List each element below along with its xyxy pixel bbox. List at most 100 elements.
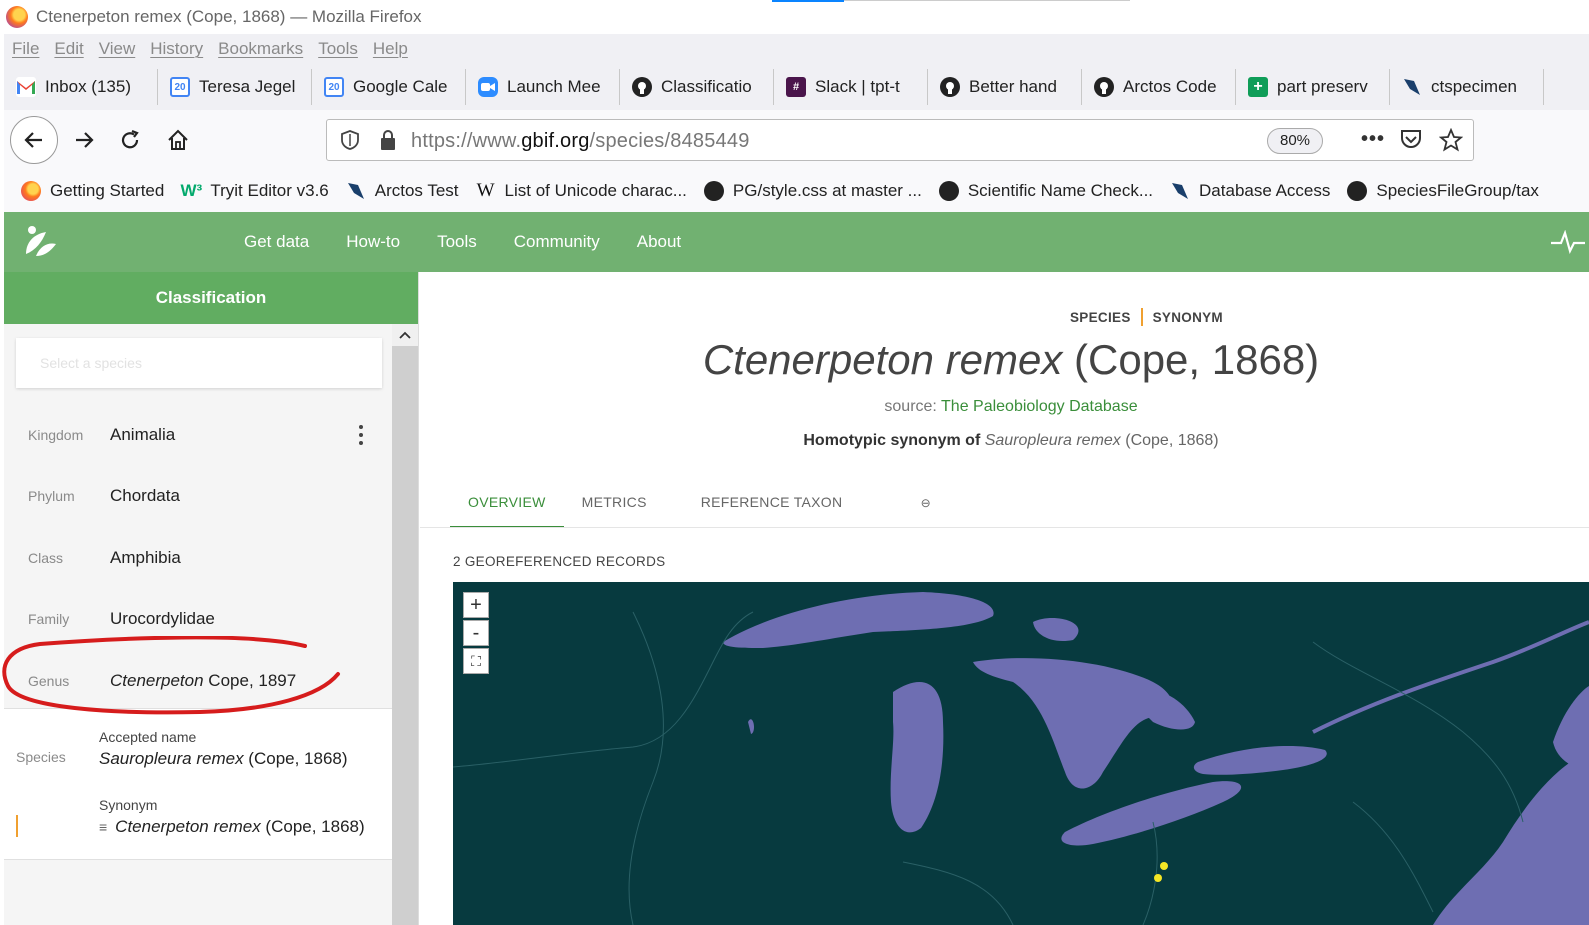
map-canvas xyxy=(453,592,1589,925)
health-pulse-icon[interactable] xyxy=(1551,229,1585,259)
gbif-logo-icon[interactable] xyxy=(22,224,58,263)
sidebar-title: Classification xyxy=(4,272,418,324)
menu-bookmarks[interactable]: Bookmarks xyxy=(218,39,303,59)
tab-arctos-code[interactable]: Arctos Code xyxy=(1082,69,1236,105)
home-button[interactable] xyxy=(158,120,198,160)
rank-row-class[interactable]: Class Amphibia xyxy=(4,540,394,580)
menu-edit[interactable]: Edit xyxy=(54,39,83,59)
tab-label: Slack | tpt-t xyxy=(815,77,900,96)
page-actions-icon[interactable]: ••• xyxy=(1361,128,1385,151)
tab-overview[interactable]: OVERVIEW xyxy=(450,478,564,528)
forward-button[interactable] xyxy=(64,120,104,160)
w3schools-icon: W³ xyxy=(180,181,203,200)
tab-reference-taxon[interactable]: REFERENCE TAXON ⊖ xyxy=(665,478,1005,528)
accepted-name-label: Accepted name xyxy=(99,729,197,745)
pocket-icon[interactable] xyxy=(1399,129,1423,156)
source-link[interactable]: The Paleobiology Database xyxy=(941,398,1138,415)
zoom-out-button[interactable]: - xyxy=(463,620,489,646)
rank-row-phylum[interactable]: Phylum Chordata xyxy=(4,478,394,518)
navigation-toolbar: https://www.gbif.org/species/8485449 80%… xyxy=(4,110,1589,170)
menu-tools[interactable]: Tools xyxy=(318,39,358,59)
rank-row-family[interactable]: Family Urocordylidae xyxy=(4,601,394,641)
rank-value[interactable]: Chordata xyxy=(110,486,180,506)
sheets-icon: + xyxy=(1248,77,1268,97)
rank-value[interactable]: Amphibia xyxy=(110,548,181,568)
bookmark-pg-style[interactable]: PG/style.css at master ... xyxy=(703,180,922,202)
accepted-name-value[interactable]: Sauropleura remex (Cope, 1868) xyxy=(99,749,348,769)
shield-icon[interactable] xyxy=(341,130,359,155)
firefox-icon xyxy=(20,180,42,202)
bookmark-scientific-name[interactable]: Scientific Name Check... xyxy=(938,180,1153,202)
menu-view[interactable]: View xyxy=(99,39,136,59)
nav-about[interactable]: About xyxy=(637,232,681,252)
rank-value[interactable]: Ctenerpeton Cope, 1897 xyxy=(110,671,296,691)
tab-label: Classificatio xyxy=(661,77,752,96)
titlebar-line xyxy=(844,0,1130,1)
back-arrow-icon xyxy=(24,132,42,148)
accepted-species-link[interactable]: Sauropleura remex xyxy=(985,432,1121,449)
back-button[interactable] xyxy=(10,116,58,164)
github-icon xyxy=(940,77,960,97)
url-text[interactable]: https://www.gbif.org/species/8485449 xyxy=(411,130,750,153)
bookmark-getting-started[interactable]: Getting Started xyxy=(20,180,164,202)
tab-part-preserv[interactable]: + part preserv xyxy=(1236,69,1390,105)
tab-launch-meeting[interactable]: Launch Mee xyxy=(466,69,620,105)
zoom-icon xyxy=(478,77,498,97)
tab-slack[interactable]: # Slack | tpt-t xyxy=(774,69,928,105)
bookmark-tryit-editor[interactable]: W³ Tryit Editor v3.6 xyxy=(180,180,328,202)
rank-label: Species xyxy=(16,749,66,765)
border-line xyxy=(453,611,754,768)
rank-row-genus[interactable]: Genus Ctenerpeton Cope, 1897 xyxy=(4,663,394,703)
tab-teresa-calendar[interactable]: 20 Teresa Jegel xyxy=(158,69,312,105)
fullscreen-icon[interactable]: ⛶ xyxy=(463,648,489,674)
url-bar[interactable]: https://www.gbif.org/species/8485449 80%… xyxy=(326,119,1474,161)
synonym-label: Synonym xyxy=(99,797,158,813)
menu-history[interactable]: History xyxy=(150,39,203,59)
zoom-in-button[interactable]: + xyxy=(463,592,489,618)
georeferenced-count: 2 GEOREFERENCED RECORDS xyxy=(453,554,666,569)
lake-nipigon xyxy=(1033,618,1079,642)
tag-separator xyxy=(1140,308,1143,326)
tab-strip: Inbox (135) 20 Teresa Jegel 20 Google Ca… xyxy=(4,64,1589,110)
bookmark-star-icon[interactable] xyxy=(1438,127,1464,157)
tab-metrics[interactable]: METRICS xyxy=(564,478,665,528)
bookmark-unicode-list[interactable]: W List of Unicode charac... xyxy=(475,180,687,202)
github-icon xyxy=(938,180,960,202)
bookmark-speciesfilegroup[interactable]: SpeciesFileGroup/tax xyxy=(1346,180,1539,202)
occurrence-map[interactable]: + - ⛶ xyxy=(453,582,1589,925)
menu-file[interactable]: File xyxy=(12,39,39,59)
synonym-value[interactable]: ≡ Ctenerpeton remex (Cope, 1868) xyxy=(99,817,365,837)
gbif-main-nav: Get data How-to Tools Community About xyxy=(244,232,718,252)
tab-label: Inbox (135) xyxy=(45,77,131,96)
bookmark-database-access[interactable]: Database Access xyxy=(1169,180,1330,202)
taxon-status-tags: SPECIES SYNONYM xyxy=(1070,308,1223,326)
lock-icon[interactable] xyxy=(379,129,397,156)
border-line xyxy=(1142,821,1158,925)
rank-value[interactable]: Animalia xyxy=(110,425,175,445)
border-line xyxy=(1312,641,1524,823)
forward-arrow-icon xyxy=(76,132,94,148)
nav-tools[interactable]: Tools xyxy=(437,232,477,252)
nav-community[interactable]: Community xyxy=(514,232,600,252)
reload-button[interactable] xyxy=(110,120,150,160)
rank-label: Phylum xyxy=(28,488,75,504)
tab-label: Teresa Jegel xyxy=(199,77,296,96)
bookmark-arctos-test[interactable]: Arctos Test xyxy=(345,180,459,202)
tab-label: Arctos Code xyxy=(1123,77,1217,96)
github-icon xyxy=(1094,77,1114,97)
tab-label: ctspecimen xyxy=(1431,77,1517,96)
ocean-east xyxy=(1553,686,1589,772)
rank-value[interactable]: Urocordylidae xyxy=(110,609,215,629)
tab-classification[interactable]: Classificatio xyxy=(620,69,774,105)
tab-google-calendar[interactable]: 20 Google Cale xyxy=(312,69,466,105)
menu-help[interactable]: Help xyxy=(373,39,408,59)
tab-inbox[interactable]: Inbox (135) xyxy=(4,69,158,105)
rank-label: Class xyxy=(28,550,64,566)
calendar-icon: 20 xyxy=(170,77,190,97)
atlantic-coast xyxy=(1433,752,1589,925)
nav-how-to[interactable]: How-to xyxy=(346,232,400,252)
tab-ctspecimen[interactable]: ctspecimen xyxy=(1390,69,1544,105)
tab-better-hand[interactable]: Better hand xyxy=(928,69,1082,105)
zoom-level-button[interactable]: 80% xyxy=(1267,128,1323,154)
nav-get-data[interactable]: Get data xyxy=(244,232,309,252)
